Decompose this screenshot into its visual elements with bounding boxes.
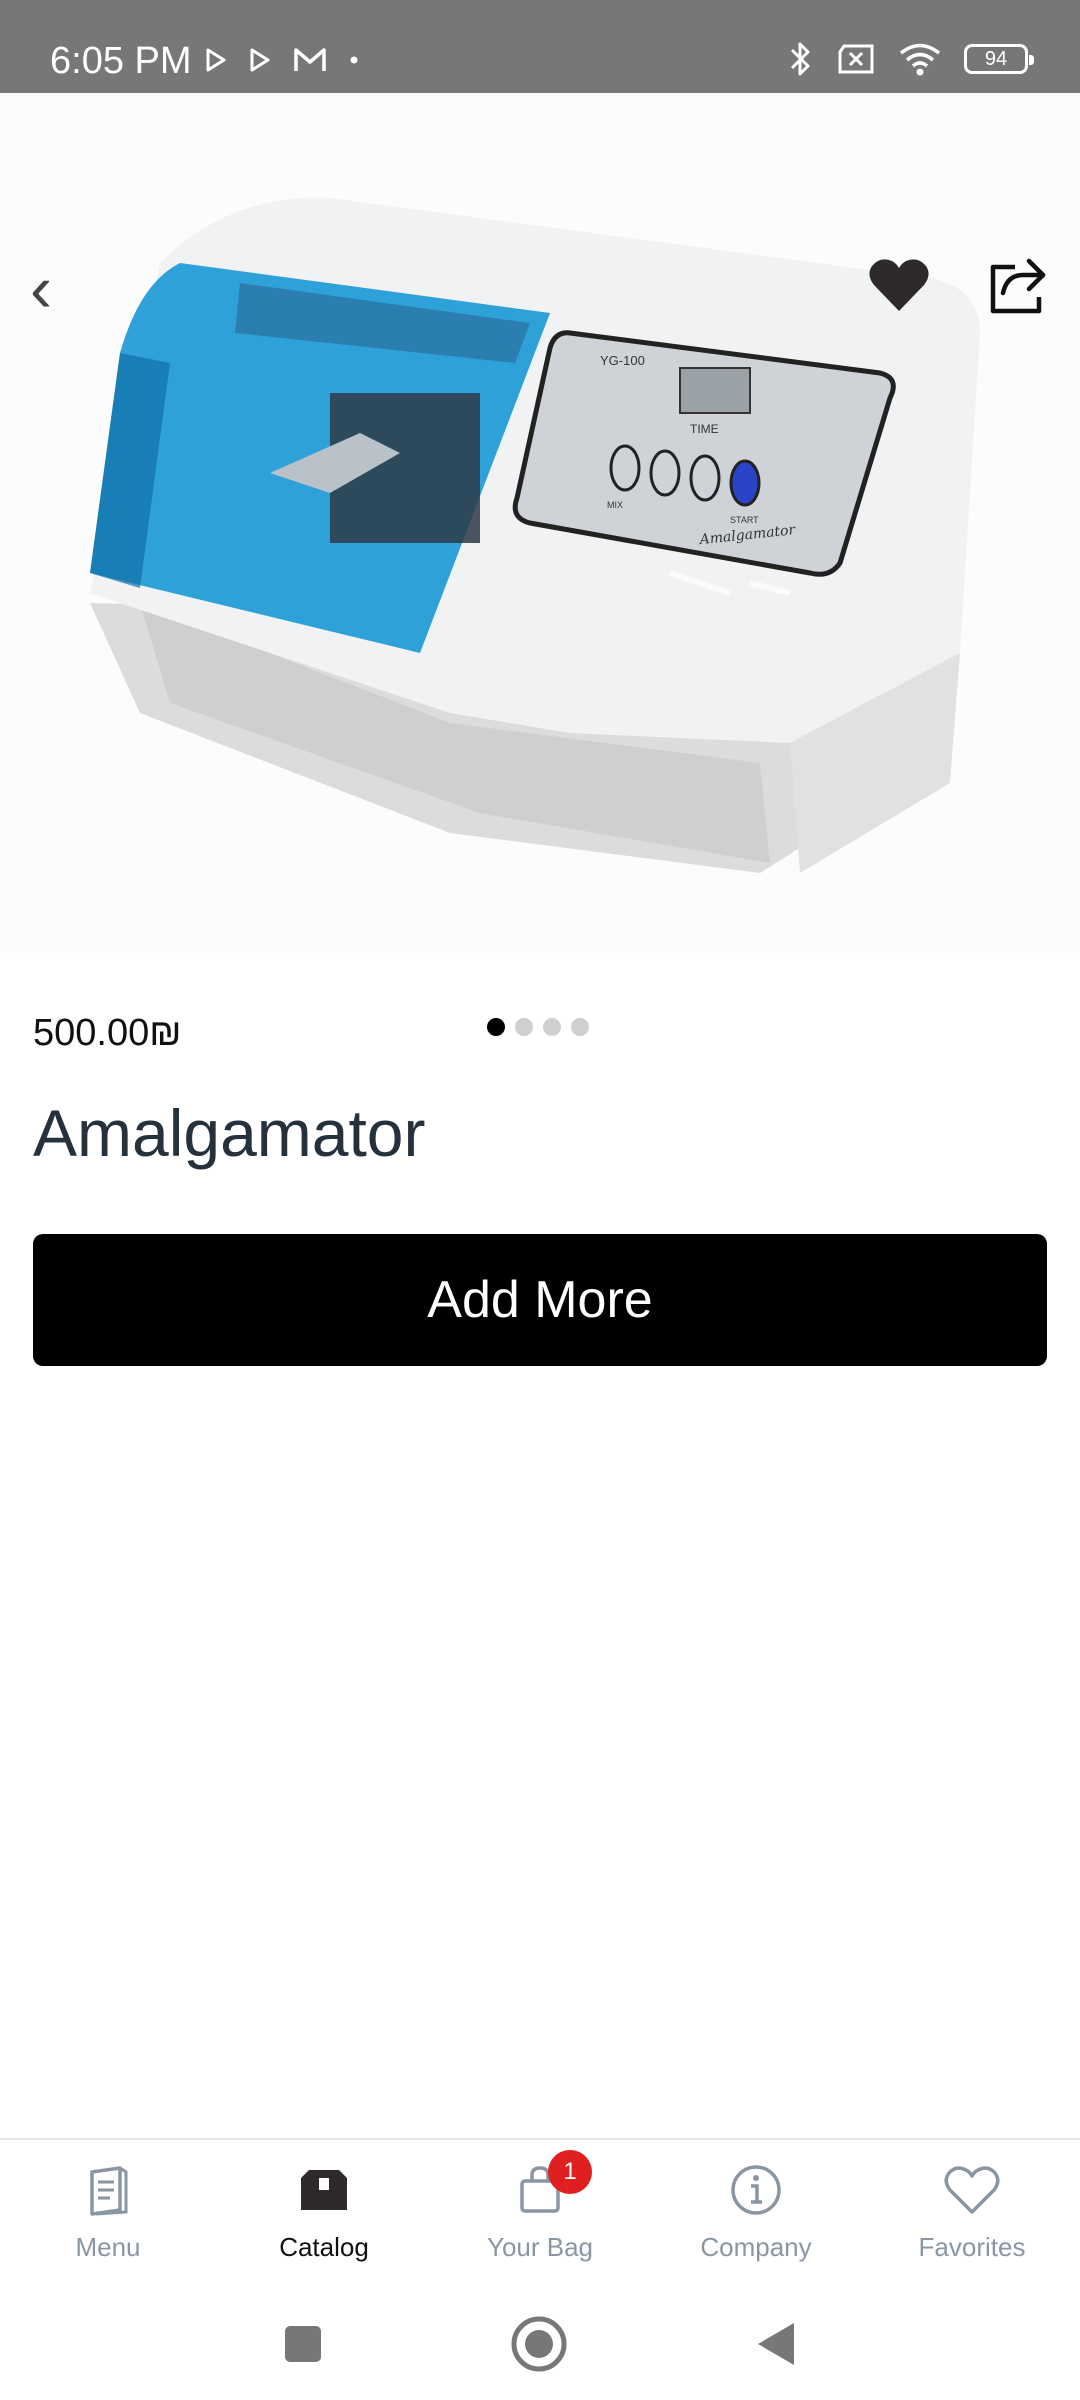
status-time: 6:05 PM: [50, 40, 192, 82]
battery-level: 94: [984, 48, 1008, 70]
nav-label-menu: Menu: [75, 2232, 141, 2262]
bottom-navigation: Menu Catalog 1 Your Bag Company Favorite…: [0, 2138, 1080, 2288]
wifi-icon: [899, 43, 941, 76]
nav-item-your-bag[interactable]: 1 Your Bag: [432, 2140, 648, 2288]
carousel-dot-2[interactable]: [515, 1018, 533, 1036]
nav-item-menu[interactable]: Menu: [0, 2140, 216, 2288]
heart-outline-icon: [942, 2160, 1002, 2220]
gmail-icon: [294, 48, 326, 71]
back-button[interactable]: ‹: [16, 253, 66, 323]
back-nav-icon[interactable]: [744, 2312, 808, 2376]
system-navigation-bar: [0, 2288, 1080, 2400]
play-store-icon: [250, 48, 270, 72]
carousel-indicator: [487, 1018, 589, 1036]
product-price: 500.00₪: [33, 1012, 182, 1054]
product-name: Amalgamator: [33, 1096, 426, 1170]
status-bar: 6:05 PM 94: [0, 0, 1080, 93]
nav-label-favorites: Favorites: [918, 2232, 1026, 2262]
system-status-icons: 94: [788, 36, 1034, 82]
home-icon[interactable]: [507, 2312, 571, 2376]
recents-icon[interactable]: [271, 2312, 335, 2376]
panel-time-label: TIME: [690, 422, 719, 436]
dot-icon: [350, 56, 358, 64]
catalog-box-icon: [294, 2160, 354, 2220]
nav-label-catalog: Catalog: [279, 2232, 369, 2262]
battery-icon: 94: [964, 44, 1034, 74]
product-photo: YG-100 TIME MIX START Amalgamator: [90, 197, 980, 873]
notification-icons: [205, 40, 359, 80]
carousel-dot-1[interactable]: [487, 1018, 505, 1036]
info-icon: [726, 2160, 786, 2220]
add-more-button[interactable]: Add More: [33, 1234, 1047, 1366]
favorite-heart-icon[interactable]: [866, 253, 932, 319]
play-store-icon: [206, 48, 226, 72]
carousel-dot-3[interactable]: [543, 1018, 561, 1036]
nav-item-favorites[interactable]: Favorites: [864, 2140, 1080, 2288]
product-image-carousel[interactable]: YG-100 TIME MIX START Amalgamator ‹: [0, 93, 1080, 1036]
nav-label-your-bag: Your Bag: [486, 2232, 594, 2262]
share-icon[interactable]: [985, 253, 1051, 319]
no-sim-icon: [838, 44, 874, 74]
bluetooth-icon: [790, 42, 810, 76]
panel-mix-label: MIX: [607, 500, 623, 510]
menu-book-icon: [78, 2160, 138, 2220]
nav-item-catalog[interactable]: Catalog: [216, 2140, 432, 2288]
bag-count-badge: 1: [548, 2150, 592, 2194]
nav-label-company: Company: [700, 2232, 812, 2262]
carousel-dot-4[interactable]: [571, 1018, 589, 1036]
panel-model-label: YG-100: [600, 353, 645, 368]
nav-item-company[interactable]: Company: [648, 2140, 864, 2288]
panel-start-label: START: [730, 515, 759, 525]
